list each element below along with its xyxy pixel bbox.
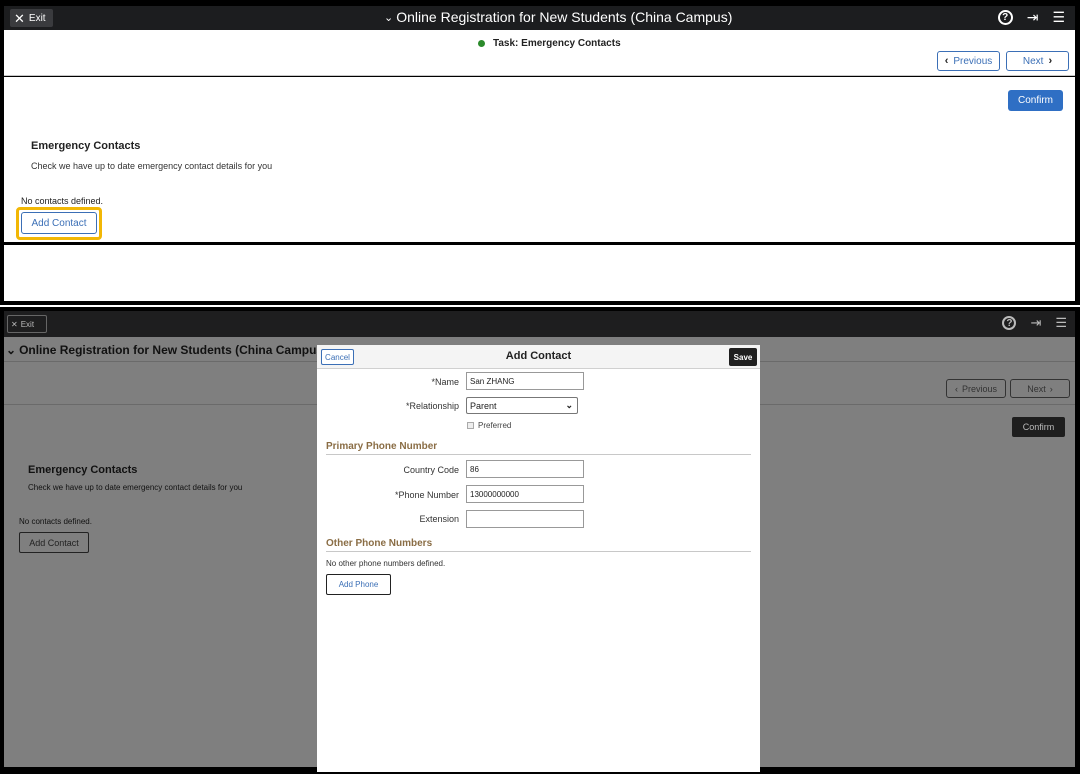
- add-contact-button[interactable]: Add Contact: [19, 532, 89, 553]
- chevron-right-icon: ›: [1048, 55, 1053, 67]
- page-title[interactable]: ⌄ Online Registration for New Students (…: [384, 9, 732, 25]
- exit-label: Exit: [28, 12, 46, 24]
- task-status: Task: Emergency Contacts: [478, 38, 621, 49]
- sign-out-icon[interactable]: ⇥: [1027, 9, 1039, 26]
- page-title-text: Online Registration for New Students (Ch…: [396, 9, 733, 25]
- menu-icon[interactable]: ☰: [1052, 9, 1065, 26]
- close-icon: ✕: [11, 319, 18, 329]
- exit-button[interactable]: ✕ Exit: [10, 9, 53, 27]
- task-status-dot-icon: [478, 40, 485, 47]
- previous-button[interactable]: ‹ Previous: [937, 51, 1000, 71]
- chevron-down-icon: ⌄: [6, 343, 17, 357]
- phone-number-label: *Phone Number: [394, 490, 459, 500]
- no-contacts-message: No contacts defined.: [19, 517, 92, 526]
- help-icon[interactable]: ?: [997, 10, 1013, 25]
- section-title: Emergency Contacts: [28, 464, 138, 476]
- next-button[interactable]: Next ›: [1006, 51, 1069, 71]
- navbar-icons: ? ⇥ ☰: [1002, 315, 1067, 331]
- navbar-icons: ? ⇥ ☰: [997, 9, 1065, 26]
- country-code-label: Country Code: [403, 465, 459, 475]
- phone-number-field[interactable]: 13000000000: [466, 485, 584, 503]
- preferred-label: Preferred: [478, 421, 512, 430]
- save-button[interactable]: Save: [729, 348, 757, 366]
- add-phone-button[interactable]: Add Phone: [326, 574, 391, 595]
- other-phones-heading: Other Phone Numbers: [326, 538, 751, 552]
- confirm-button[interactable]: Confirm: [1008, 90, 1063, 111]
- no-other-phones-message: No other phone numbers defined.: [326, 559, 446, 568]
- help-icon[interactable]: ?: [1002, 316, 1017, 330]
- next-button[interactable]: Next ›: [1010, 379, 1070, 398]
- add-contact-modal: Cancel Add Contact Save *Name San ZHANG …: [317, 345, 760, 772]
- chevron-down-icon: ⌄: [565, 400, 573, 410]
- bottom-screenshot-panel: ✕ Exit ? ⇥ ☰ ⌄ Online Registration for N…: [0, 307, 1080, 774]
- exit-label: Exit: [20, 319, 35, 329]
- section-description: Check we have up to date emergency conta…: [28, 483, 243, 492]
- section-description: Check we have up to date emergency conta…: [31, 161, 273, 171]
- close-icon: ✕: [14, 10, 25, 26]
- page-title-text: Online Registration for New Students (Ch…: [19, 343, 328, 357]
- sign-out-icon[interactable]: ⇥: [1030, 315, 1041, 331]
- exit-button[interactable]: ✕ Exit: [7, 315, 47, 333]
- page-title[interactable]: ⌄ Online Registration for New Students (…: [6, 343, 327, 357]
- chevron-down-icon: ⌄: [384, 11, 394, 24]
- extension-field[interactable]: [466, 510, 584, 528]
- relationship-label: *Relationship: [405, 401, 459, 411]
- relationship-select[interactable]: Parent ⌄: [466, 397, 578, 414]
- task-header: Task: Emergency Contacts ‹ Previous Next…: [4, 30, 1075, 76]
- chevron-right-icon: ›: [1049, 383, 1053, 394]
- top-screenshot-panel: ✕ Exit ⌄ Online Registration for New Stu…: [0, 0, 1080, 305]
- top-navbar: ✕ Exit ⌄ Online Registration for New Stu…: [4, 6, 1075, 30]
- no-contacts-message: No contacts defined.: [21, 196, 104, 206]
- next-label: Next: [1022, 55, 1044, 67]
- section-title: Emergency Contacts: [31, 140, 141, 152]
- primary-phone-heading: Primary Phone Number: [326, 441, 751, 455]
- preferred-checkbox[interactable]: [467, 422, 474, 429]
- blank-area: [4, 245, 1075, 301]
- confirm-button[interactable]: Confirm: [1012, 417, 1065, 437]
- previous-label: Previous: [953, 55, 993, 67]
- chevron-left-icon: ‹: [954, 383, 958, 394]
- previous-label: Previous: [961, 383, 997, 394]
- main-content: Confirm Emergency Contacts Check we have…: [4, 77, 1075, 242]
- chevron-left-icon: ‹: [944, 55, 949, 67]
- previous-button[interactable]: ‹ Previous: [946, 379, 1006, 398]
- extension-label: Extension: [419, 514, 459, 524]
- modal-title: Add Contact: [505, 350, 572, 362]
- name-label: *Name: [431, 377, 459, 387]
- modal-header: Cancel Add Contact Save: [317, 345, 760, 369]
- next-label: Next: [1027, 383, 1046, 394]
- country-code-field[interactable]: 86: [466, 460, 584, 478]
- name-field[interactable]: San ZHANG: [466, 372, 584, 390]
- add-contact-button[interactable]: Add Contact: [21, 212, 97, 234]
- relationship-value: Parent: [470, 400, 497, 411]
- menu-icon[interactable]: ☰: [1055, 315, 1067, 331]
- bottom-navbar: ✕ Exit ? ⇥ ☰: [4, 311, 1075, 337]
- task-label: Task: Emergency Contacts: [493, 38, 621, 49]
